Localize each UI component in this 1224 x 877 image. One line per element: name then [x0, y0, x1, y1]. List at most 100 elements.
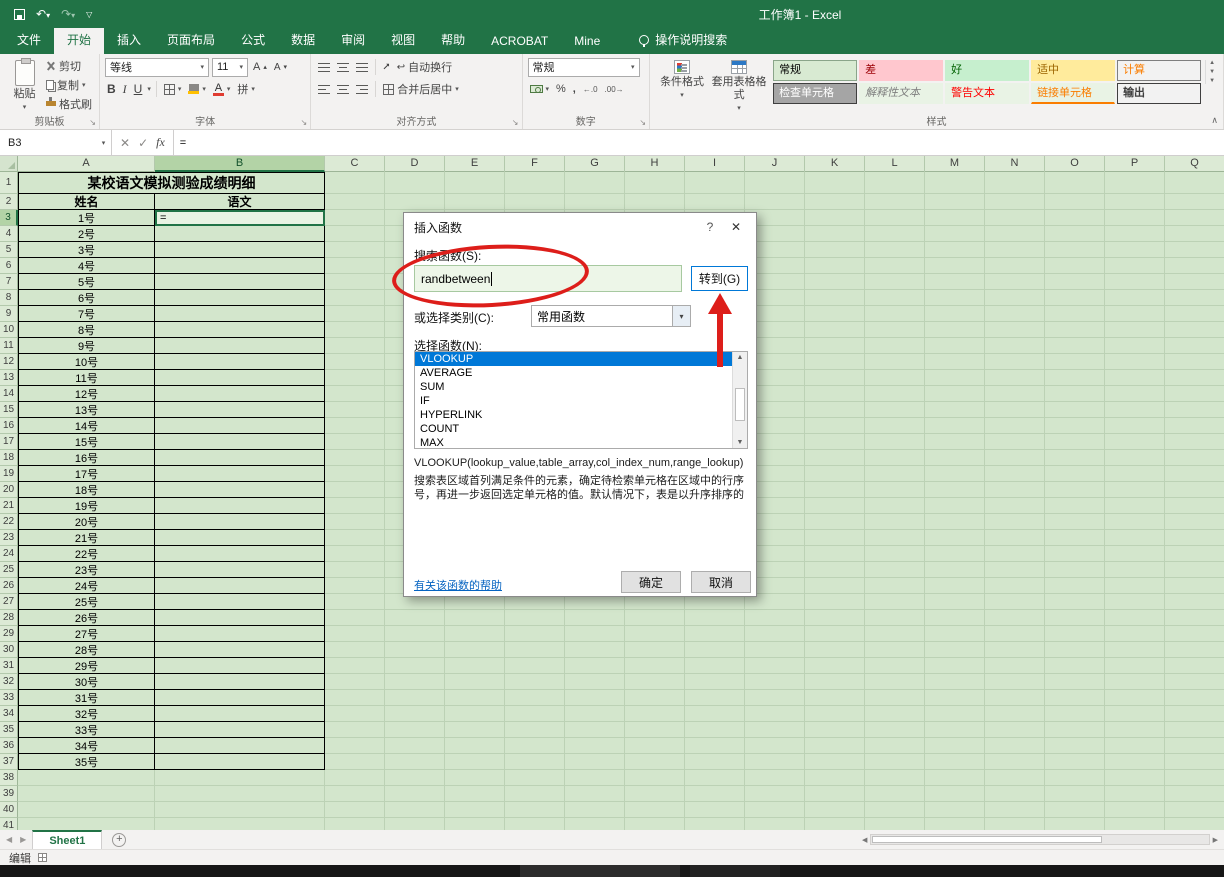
scroll-down-icon[interactable]: ▼ [733, 439, 747, 446]
cell[interactable] [1105, 274, 1165, 290]
student-name-cell[interactable]: 8号 [18, 322, 155, 338]
cell[interactable] [925, 706, 985, 722]
cell[interactable] [445, 194, 505, 210]
save-icon[interactable] [14, 9, 25, 20]
cell[interactable] [805, 338, 865, 354]
cell[interactable] [985, 674, 1045, 690]
cell[interactable] [1045, 546, 1105, 562]
row-header[interactable]: 15 [0, 402, 18, 418]
cell[interactable] [865, 802, 925, 818]
cell[interactable] [805, 786, 865, 802]
student-name-cell[interactable]: 31号 [18, 690, 155, 706]
macro-record-icon[interactable] [38, 853, 47, 862]
function-item[interactable]: COUNT [415, 422, 747, 436]
cell[interactable] [925, 434, 985, 450]
student-name-cell[interactable]: 16号 [18, 450, 155, 466]
cell[interactable] [325, 786, 385, 802]
column-header[interactable]: P [1105, 156, 1165, 172]
cell[interactable] [445, 802, 505, 818]
cell[interactable] [505, 738, 565, 754]
ribbon-tab[interactable]: 帮助 [428, 26, 478, 54]
cell[interactable] [325, 706, 385, 722]
score-cell[interactable] [155, 722, 325, 738]
style-chip[interactable]: 输出 [1117, 83, 1201, 104]
function-item[interactable]: AVERAGE [415, 366, 747, 380]
cell[interactable] [1045, 802, 1105, 818]
cell[interactable] [1105, 818, 1165, 830]
cell[interactable] [1165, 642, 1224, 658]
cell[interactable] [985, 172, 1045, 194]
student-name-cell[interactable]: 32号 [18, 706, 155, 722]
cell[interactable] [985, 562, 1045, 578]
cell[interactable] [505, 722, 565, 738]
cell[interactable] [1105, 306, 1165, 322]
cell[interactable] [1105, 434, 1165, 450]
cell[interactable] [805, 242, 865, 258]
cell[interactable] [1105, 546, 1165, 562]
bold-button[interactable]: B [105, 81, 118, 98]
cell[interactable] [805, 258, 865, 274]
score-cell[interactable] [155, 322, 325, 338]
cell[interactable] [985, 290, 1045, 306]
cell[interactable] [155, 818, 325, 830]
ribbon-tab[interactable]: 插入 [104, 26, 154, 54]
cell[interactable] [445, 818, 505, 830]
select-all-corner[interactable] [0, 156, 18, 171]
cell[interactable] [865, 194, 925, 210]
cell[interactable] [565, 610, 625, 626]
cell[interactable] [325, 274, 385, 290]
cell[interactable] [1105, 626, 1165, 642]
student-name-cell[interactable]: 34号 [18, 738, 155, 754]
cell[interactable] [1045, 770, 1105, 786]
cell[interactable] [985, 242, 1045, 258]
name-box-dropdown-icon[interactable]: ▾ [96, 130, 112, 155]
cell[interactable] [925, 738, 985, 754]
cell[interactable] [325, 626, 385, 642]
cell[interactable] [1045, 370, 1105, 386]
cell[interactable] [865, 706, 925, 722]
cell[interactable] [985, 530, 1045, 546]
student-name-cell[interactable]: 33号 [18, 722, 155, 738]
cell[interactable] [1045, 466, 1105, 482]
cell[interactable] [925, 226, 985, 242]
copy-button[interactable]: 复制▾ [44, 76, 94, 93]
cell[interactable] [385, 626, 445, 642]
wrap-text-button[interactable]: ↩自动换行 [395, 59, 454, 76]
row-header[interactable]: 31 [0, 658, 18, 674]
increase-decimal-button[interactable]: ←.0 [581, 81, 600, 98]
insert-function-icon[interactable]: fx [156, 135, 165, 150]
cell[interactable] [925, 562, 985, 578]
cell[interactable] [445, 610, 505, 626]
cancel-entry-icon[interactable]: ✕ [120, 136, 130, 150]
cell[interactable] [1165, 402, 1224, 418]
cell[interactable] [445, 770, 505, 786]
cell[interactable] [1045, 434, 1105, 450]
orientation-button[interactable]: ⭧ [381, 59, 392, 76]
column-header[interactable]: N [985, 156, 1045, 172]
cell[interactable] [385, 722, 445, 738]
cell[interactable] [925, 770, 985, 786]
cell[interactable] [925, 818, 985, 830]
row-header[interactable]: 2 [0, 194, 18, 210]
cell[interactable] [1045, 450, 1105, 466]
cell[interactable] [625, 658, 685, 674]
italic-button[interactable]: I [121, 81, 129, 98]
cell[interactable] [805, 354, 865, 370]
cell[interactable] [685, 626, 745, 642]
cell[interactable] [685, 674, 745, 690]
score-cell[interactable] [155, 354, 325, 370]
cell[interactable] [325, 226, 385, 242]
cell[interactable] [925, 418, 985, 434]
cell[interactable] [1045, 530, 1105, 546]
row-header[interactable]: 16 [0, 418, 18, 434]
cell[interactable] [325, 172, 385, 194]
cell[interactable] [1165, 770, 1224, 786]
cell[interactable] [1165, 610, 1224, 626]
cell[interactable] [625, 738, 685, 754]
cell[interactable] [625, 642, 685, 658]
cell[interactable] [925, 306, 985, 322]
cell[interactable] [805, 194, 865, 210]
cell[interactable] [155, 770, 325, 786]
cell[interactable] [925, 754, 985, 770]
percent-button[interactable]: % [554, 81, 568, 98]
